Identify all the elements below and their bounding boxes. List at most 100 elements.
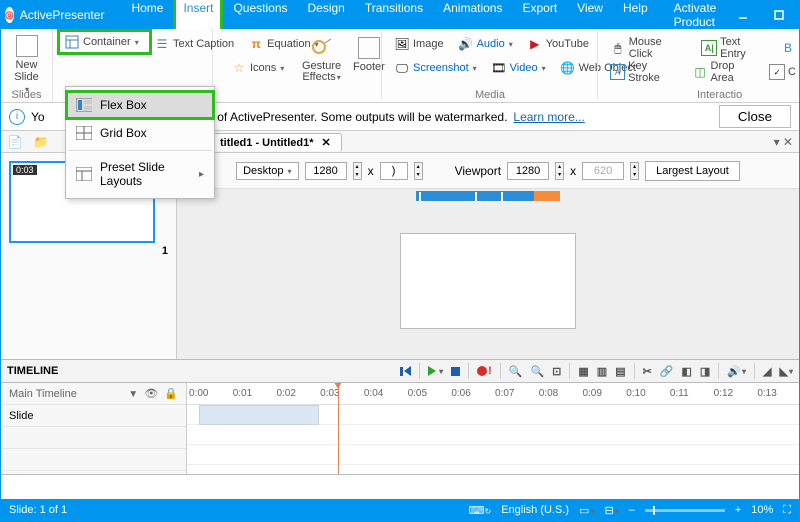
youtube-button[interactable]: ▶YouTube (522, 33, 594, 55)
tl-zoom-in[interactable]: 🔍 (509, 365, 523, 378)
timeline-tracks[interactable]: 0:000:010:020:030:040:050:060:070:080:09… (187, 383, 799, 474)
height-input[interactable]: ) (380, 162, 408, 180)
dd-flex-box[interactable]: Flex Box (66, 91, 214, 119)
tl-zoom-fit[interactable]: ⊡ (552, 365, 561, 378)
c-button[interactable]: ✓C (766, 57, 799, 87)
timeline-header: TIMELINE ▾ ! 🔍 🔍 ⊡ ▦ ▥ ▤ ✂ 🔗 ◧ ◨ 🔊▾ ◢ (1, 359, 799, 383)
audio-icon: 🔊 (458, 36, 474, 52)
slide-clip[interactable] (199, 405, 319, 425)
text-entry-icon: A| (701, 40, 717, 56)
vp-height-input[interactable]: 620 (582, 162, 624, 180)
dd-grid-box[interactable]: Grid Box (66, 119, 214, 147)
canvas-stage[interactable] (177, 203, 799, 359)
keystroke-icon: A (610, 64, 625, 80)
breakpoint-ruler (177, 189, 799, 203)
slide-canvas[interactable] (400, 233, 576, 329)
device-select[interactable]: Desktop ▾ (236, 162, 298, 180)
drop-area-button[interactable]: ◫Drop Area (688, 57, 763, 87)
group-label-slides: Slides (1, 89, 52, 101)
video-icon: 🎞 (491, 60, 507, 76)
tl-stop[interactable] (451, 367, 460, 376)
info-text: on of ActivePresenter. Some outputs will… (201, 110, 508, 124)
tl-contrast[interactable]: ◣▾ (780, 365, 793, 378)
empty-row-2 (1, 449, 186, 471)
screenshot-button[interactable]: 🖵Screenshot▾ (389, 57, 482, 79)
breakpoint-bar[interactable] (416, 191, 560, 201)
container-dropdown: Flex Box Grid Box Preset Slide Layouts (65, 86, 215, 199)
info-yo: Yo (31, 110, 45, 124)
audio-button[interactable]: 🔊Audio▾ (453, 33, 518, 55)
zoom-slider[interactable] (645, 509, 725, 512)
qa-new-icon[interactable]: 📄 (7, 134, 23, 150)
container-icon (64, 34, 80, 50)
viewport-label: Viewport (455, 164, 501, 178)
tl-b[interactable]: ◨ (700, 365, 710, 378)
gesture-effects-button[interactable]: GestureEffects▾ (294, 33, 349, 83)
tl-brightness[interactable]: ◢ (763, 365, 771, 378)
ribbon: NewSlide ▾ Slides Container▾ otations ☰T… (1, 29, 799, 103)
info-close[interactable]: Close (719, 105, 791, 128)
status-kbd-icon[interactable]: ⌨↻ (469, 504, 492, 517)
zoom-fit[interactable]: ⛶ (783, 504, 791, 517)
vph-spin[interactable]: ▴▾ (630, 162, 639, 180)
image-button[interactable]: 🖼Image (389, 33, 449, 55)
container-button[interactable]: Container▾ (59, 31, 150, 53)
tl-grid2[interactable]: ▥ (597, 365, 607, 378)
canvas-area: Desktop ▾ 1280 ▴▾ x ) ▴▾ Viewport 1280 ▴… (177, 153, 799, 359)
largest-layout-button[interactable]: Largest Layout (645, 161, 740, 181)
tab-overflow[interactable]: ▾ ✕ (774, 135, 793, 149)
footer-button[interactable]: Footer (345, 33, 393, 73)
zoom-in[interactable]: + (735, 504, 741, 516)
tl-grid1[interactable]: ▦ (578, 365, 588, 378)
tl-play[interactable]: ▾ (428, 366, 443, 376)
timeline-title: TIMELINE (7, 365, 58, 377)
b-icon: B (780, 40, 796, 56)
minimize-button[interactable] (725, 1, 761, 29)
new-slide-button[interactable]: NewSlide ▾ (7, 31, 46, 96)
preset-icon (76, 166, 92, 182)
tl-a[interactable]: ◧ (682, 365, 692, 378)
zoom-out[interactable]: – (629, 504, 635, 516)
height-spin[interactable]: ▴▾ (414, 162, 423, 180)
slide-track-row[interactable]: Slide (1, 405, 186, 427)
tl-zoom-out[interactable]: 🔍 (530, 365, 544, 378)
qa-save-icon[interactable]: 📁 (33, 134, 49, 150)
status-slide: Slide: 1 of 1 (9, 504, 67, 516)
width-spin[interactable]: ▴▾ (353, 162, 362, 180)
tl-record[interactable]: ! (477, 365, 492, 377)
x-label-1: x (368, 164, 374, 178)
video-button[interactable]: 🎞Video▾ (486, 57, 551, 79)
timeline-ruler[interactable]: 0:000:010:020:030:040:050:060:070:080:09… (187, 383, 799, 405)
zoom-value: 10% (751, 504, 773, 516)
tl-link[interactable]: 🔗 (660, 365, 674, 378)
group-label-interaction: Interactio (697, 89, 793, 101)
key-stroke-button[interactable]: AKey Stroke (605, 57, 684, 87)
ribbon-group-slides: NewSlide ▾ Slides (1, 29, 53, 102)
tab-close-icon[interactable]: ✕ (322, 137, 331, 149)
main-timeline-row[interactable]: Main Timeline ▼ 👁 🔒 (1, 383, 186, 405)
tl-vol[interactable]: 🔊▾ (727, 365, 746, 378)
document-tab[interactable]: titled1 - Untitled1*✕ (209, 133, 342, 151)
icons-button[interactable]: ☆Icons▾ (226, 57, 289, 79)
new-slide-icon (16, 35, 38, 57)
tl-grid3[interactable]: ▤ (615, 365, 625, 378)
maximize-button[interactable] (761, 1, 797, 29)
status-view2[interactable]: ⊟▾ (604, 504, 618, 517)
tl-cut[interactable]: ✂ (643, 365, 652, 378)
web-icon: 🌐 (560, 60, 576, 76)
app-icon: ◎ (5, 7, 14, 23)
info-link[interactable]: Learn more... (513, 110, 584, 124)
canvas-toolbar: Desktop ▾ 1280 ▴▾ x ) ▴▾ Viewport 1280 ▴… (177, 153, 799, 189)
playhead[interactable] (338, 383, 339, 474)
text-caption-button[interactable]: ☰Text Caption (149, 33, 239, 55)
width-input[interactable]: 1280 (305, 162, 347, 180)
image-icon: 🖼 (394, 36, 410, 52)
gesture-icon (311, 37, 333, 59)
dd-preset-layouts[interactable]: Preset Slide Layouts (66, 154, 214, 194)
vp-width-input[interactable]: 1280 (507, 162, 549, 180)
empty-row-1 (1, 427, 186, 449)
vpw-spin[interactable]: ▴▾ (555, 162, 564, 180)
tl-prev[interactable] (400, 366, 411, 376)
status-lang[interactable]: English (U.S.) (501, 504, 569, 516)
status-view1[interactable]: ▭▾ (579, 504, 594, 517)
